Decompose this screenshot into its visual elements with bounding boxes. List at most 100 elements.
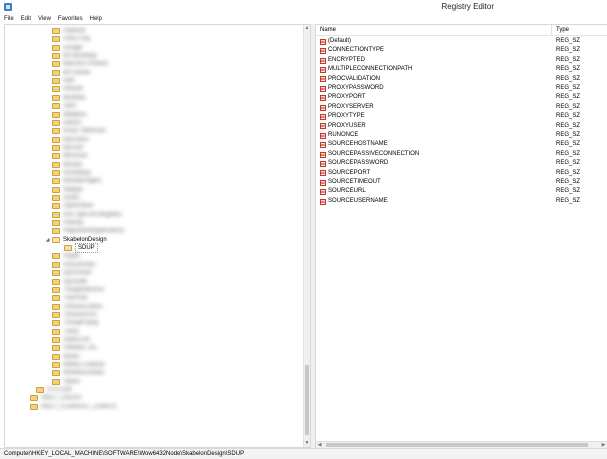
tree-item-label: SYSTEM bbox=[47, 387, 72, 394]
list-item[interactable]: ab PROXYPASSWORD REG_SZ bbox=[316, 84, 607, 93]
menu-view[interactable]: View bbox=[38, 14, 51, 24]
tree-item-label: Google bbox=[63, 44, 83, 51]
menu-edit[interactable]: Edit bbox=[21, 14, 31, 24]
tree-item[interactable]: ▷Java bbox=[45, 102, 76, 110]
list-item[interactable]: ab PROXYPORT REG_SZ bbox=[316, 93, 607, 102]
tree-item[interactable]: ▷Polcs Pnp bbox=[45, 35, 90, 43]
tree-item[interactable]: ▷Infisclle bbox=[45, 85, 83, 93]
list-item[interactable]: ab MULTIPLECONNECTIONPATH REG_SZ bbox=[316, 65, 607, 74]
list-item[interactable]: ab PROXYUSER REG_SZ bbox=[316, 122, 607, 131]
tree-item[interactable]: ▷Mozilla bbox=[45, 161, 82, 169]
tree-item[interactable]: ▷Intel bbox=[45, 77, 74, 85]
tree-item[interactable]: ▷KiSoc Sdfmcuro bbox=[45, 127, 106, 135]
tree-item[interactable]: ▷SYSTEM bbox=[29, 386, 72, 394]
values-list-pane[interactable]: Name Type ab (Default) REG_SZ ab CONNECTIONT… bbox=[315, 24, 607, 448]
tree-item[interactable]: ▷SynSoftk bbox=[45, 278, 87, 286]
tree-item-label: WebEx Outlook bbox=[63, 362, 105, 368]
tree-item[interactable]: ▷Mx Bredwrgl bbox=[45, 52, 96, 60]
tree-item[interactable]: ▷HKEY_CURRENT_CONFIG bbox=[23, 403, 117, 411]
list-item[interactable]: ab SOURCEUSERNAME REG_SZ bbox=[316, 197, 607, 206]
value-name-text: CONNECTIONTYPE bbox=[328, 47, 385, 54]
value-name-text: PROXYSERVER bbox=[328, 103, 374, 110]
tree-item[interactable]: ▷Marcstcl Pnuwrd bbox=[45, 60, 107, 68]
list-item[interactable]: ab SOURCETIMEOUT REG_SZ bbox=[316, 178, 607, 187]
tree-item[interactable]: ▷RegisteredApplications bbox=[45, 227, 124, 235]
list-item[interactable]: ab RUNONCE REG_SZ bbox=[316, 131, 607, 140]
list-item[interactable]: ab PROCVALIDATION REG_SZ bbox=[316, 75, 607, 84]
tree-item-label: Ebinos bbox=[63, 119, 82, 126]
value-name-text: RUNONCE bbox=[328, 132, 359, 138]
tree-item[interactable]: ▷ODBC bbox=[45, 194, 80, 202]
tree-item[interactable]: ▷VMware, Inc. bbox=[45, 344, 98, 352]
tree-item[interactable]: ▷Mercutivs bbox=[45, 136, 89, 144]
scroll-up-icon[interactable]: ▲ bbox=[304, 25, 310, 32]
folder-icon bbox=[30, 403, 38, 410]
list-item[interactable]: ab SOURCEURL REG_SZ bbox=[316, 187, 607, 196]
tree-item[interactable]: ▷VideoLAN bbox=[45, 336, 90, 344]
folder-icon bbox=[52, 69, 60, 76]
tree-item[interactable]: ▷MozillaPlugins bbox=[45, 177, 101, 185]
column-type-header[interactable]: Type bbox=[552, 25, 607, 36]
tree-item[interactable]: ▷PDF lpdt Ind Mngrtion bbox=[45, 211, 121, 219]
tree-item[interactable]: ▷TortoiseSVN bbox=[45, 311, 96, 319]
tree-item[interactable]: ▷HKEY_USERS bbox=[23, 394, 81, 402]
scroll-down-icon[interactable]: ▼ bbox=[304, 440, 310, 447]
tree-item[interactable]: ▷TortoiseCrdnor bbox=[45, 303, 102, 311]
tree-item[interactable]: ▷Policies bbox=[45, 219, 84, 227]
value-name-text: SOURCETIMEOUT bbox=[328, 179, 381, 185]
collapse-arrow-icon[interactable]: ◢ bbox=[45, 236, 50, 244]
tree-item[interactable]: ▷PlatforM bbox=[45, 27, 85, 35]
list-header: Name Type bbox=[316, 25, 607, 36]
list-item[interactable]: ab SOURCEHOSTNAME REG_SZ bbox=[316, 140, 607, 149]
list-scroll-thumb[interactable] bbox=[326, 443, 588, 447]
folder-icon bbox=[52, 111, 60, 118]
list-item[interactable]: ab CONNECTIONTYPE REG_SZ bbox=[316, 46, 607, 55]
tree-item[interactable]: ▷Nettpar bbox=[45, 186, 83, 194]
tree-scroll-thumb[interactable] bbox=[305, 365, 309, 435]
tree-item[interactable]: ▷Google bbox=[45, 44, 82, 52]
value-type: REG_SZ bbox=[556, 103, 581, 110]
list-item[interactable]: ab PROXYTYPE REG_SZ bbox=[316, 112, 607, 121]
list-item[interactable]: ab (Default) REG_SZ bbox=[316, 37, 607, 46]
tree-item[interactable]: ▷Wow6432Node bbox=[45, 369, 104, 377]
menu-favorites[interactable]: Favorites bbox=[58, 14, 83, 24]
tree-item[interactable]: ▷Ntkllplclc bbox=[45, 111, 87, 119]
column-name-header[interactable]: Name bbox=[316, 25, 552, 36]
tree-item-label: Ntkllplclc bbox=[63, 111, 87, 118]
tree-item-sdup[interactable]: SDUP bbox=[57, 243, 98, 254]
tree-item[interactable]: ▷Winflx bbox=[45, 353, 79, 361]
value-name: ab PROXYPORT bbox=[320, 93, 366, 102]
tree-item[interactable]: ▷mozillaorg bbox=[45, 169, 90, 177]
tree-vertical-scrollbar[interactable]: ▲ ▼ bbox=[303, 25, 310, 447]
tree-item[interactable]: ▷Mozlllaa bbox=[45, 94, 85, 102]
list-item[interactable]: ab ENCRYPTED REG_SZ bbox=[316, 56, 607, 65]
list-item[interactable]: ab SOURCEPASSWORD REG_SZ bbox=[316, 159, 607, 168]
tree-item[interactable]: ▷SourceGear bbox=[45, 261, 95, 269]
key-tree-pane[interactable]: ▷PlatforM▷Polcs Pnp▷Google▷Mx Bredwrgl▷M… bbox=[4, 24, 311, 448]
tree-item[interactable]: ▷OpenOffice bbox=[45, 202, 93, 210]
tree-item[interactable]: ▷Trend bbox=[45, 328, 78, 336]
menu-help[interactable]: Help bbox=[90, 14, 102, 24]
tree-item[interactable]: ▷Mircrolt bbox=[45, 144, 83, 152]
tree-item[interactable]: ▷Ebinos bbox=[45, 119, 81, 127]
list-item[interactable]: ab PROXYSERVER REG_SZ bbox=[316, 103, 607, 112]
tree-item[interactable]: ▷Yahoo bbox=[45, 378, 80, 386]
list-horizontal-scrollbar[interactable]: ◀ ▶ bbox=[316, 441, 607, 448]
value-name-text: PROXYTYPE bbox=[328, 113, 365, 120]
value-name-text: SOURCEPASSIVECONNECTION bbox=[328, 150, 420, 157]
list-item[interactable]: ab SOURCEPASSIVECONNECTION REG_SZ bbox=[316, 150, 607, 159]
tree-item[interactable]: ▷ThreadFlying bbox=[45, 319, 98, 327]
tree-item[interactable]: ▷SyncHistor bbox=[45, 269, 92, 277]
value-type: REG_SZ bbox=[556, 150, 581, 157]
folder-icon bbox=[52, 86, 60, 93]
status-path: Computer\HKEY_LOCAL_MACHINE\SOFTWARE\Wow… bbox=[4, 451, 245, 457]
tree-item[interactable]: ▷MrTlmwes bbox=[45, 69, 91, 77]
list-item[interactable]: ab SOURCEPORT REG_SZ bbox=[316, 169, 607, 178]
tree-item[interactable]: ▷Mlcrosoo bbox=[45, 152, 87, 160]
tree-item[interactable]: ▷Skype bbox=[45, 252, 80, 260]
string-value-icon: ab bbox=[320, 57, 326, 64]
tree-item[interactable]: ▷Thingameinrucr bbox=[45, 286, 105, 294]
tree-item[interactable]: ▷TinyScan bbox=[45, 294, 88, 302]
menu-file[interactable]: File bbox=[4, 14, 14, 24]
tree-item[interactable]: ▷WebEx Outlook bbox=[45, 361, 105, 369]
